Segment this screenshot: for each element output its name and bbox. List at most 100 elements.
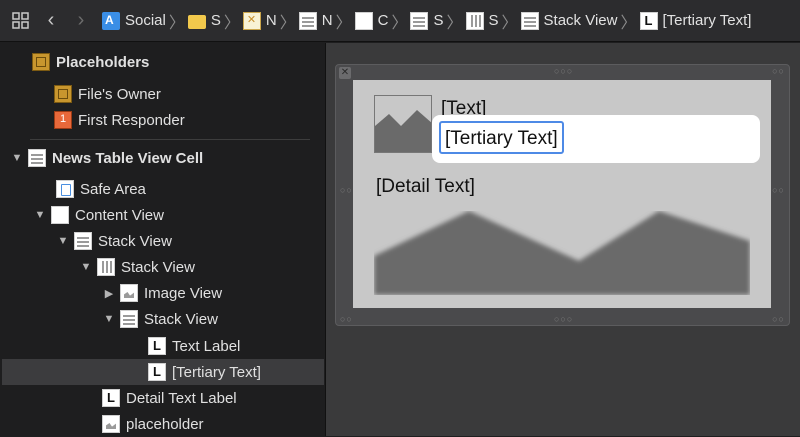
label-icon (102, 389, 120, 407)
placeholder-image-view[interactable] (374, 211, 750, 295)
cube-icon (54, 85, 72, 103)
outline-item-stack-view[interactable]: ▼ Stack View (56, 228, 172, 254)
breadcrumb-label: Stack View (543, 12, 618, 29)
outline-label: Stack View (121, 258, 195, 276)
grid-icon (12, 11, 29, 29)
hstack-icon (465, 11, 484, 30)
outline-label: File's Owner (78, 85, 161, 103)
disclosure-expanded-icon[interactable]: ▼ (33, 209, 47, 221)
disclosure-expanded-icon[interactable]: ▼ (79, 261, 93, 273)
chevron-right-icon: 〉 (391, 14, 408, 32)
breadcrumb-label: S (433, 12, 444, 29)
related-items-button[interactable] (6, 6, 36, 36)
disclosure-collapsed-icon[interactable]: ▶ (102, 287, 116, 300)
chevron-right-icon: 〉 (279, 14, 296, 32)
xib-icon (242, 11, 261, 30)
label-icon (148, 337, 166, 355)
outline-label: Detail Text Label (126, 389, 237, 407)
disclosure-expanded-icon[interactable]: ▼ (10, 152, 24, 164)
resize-handle-icon[interactable]: ○○○ (554, 66, 573, 76)
outline-label: Safe Area (80, 180, 146, 198)
outline-divider (30, 139, 310, 140)
chevron-right-icon: › (77, 9, 85, 31)
disclosure-expanded-icon[interactable]: ▼ (56, 235, 70, 247)
breadcrumb-label: S (488, 12, 499, 29)
resize-handle-icon[interactable]: ○○ (340, 314, 353, 324)
breadcrumb-label: C (377, 12, 389, 29)
outline-label: placeholder (126, 415, 204, 433)
resize-handle-icon[interactable]: ○○ (340, 185, 353, 195)
breadcrumb-item[interactable]: S (187, 0, 221, 42)
stack-icon (298, 11, 317, 30)
outline-item-detail-text-label[interactable]: Detail Text Label (102, 385, 237, 411)
image-view-thumbnail[interactable] (374, 95, 432, 153)
detail-text-label[interactable]: [Detail Text] (376, 176, 475, 198)
resize-handle-icon[interactable]: ○○ (772, 66, 785, 76)
breadcrumb-item[interactable]: [Tertiary Text] (639, 0, 752, 42)
label-icon (639, 11, 658, 30)
resize-handle-icon[interactable]: ○○ (772, 185, 785, 195)
chevron-right-icon: 〉 (168, 14, 185, 32)
document-icon (102, 11, 120, 30)
breadcrumb-label: [Tertiary Text] (662, 12, 752, 29)
breadcrumb-label: N (265, 12, 277, 29)
image-placeholder-icon (375, 110, 431, 152)
image-placeholder-icon (374, 211, 750, 295)
close-icon[interactable]: ✕ (339, 67, 351, 79)
outline-item-stack-view[interactable]: ▼ Stack View (79, 254, 195, 280)
label-icon (148, 363, 166, 381)
outline-label: Text Label (172, 337, 241, 355)
outline-label: Content View (75, 206, 164, 224)
table-cell-icon (28, 149, 46, 167)
jump-bar: ‹ › Social 〉 S 〉 N 〉 N 〉 C 〉 S (0, 0, 800, 42)
resize-handle-icon[interactable]: ○○○ (554, 314, 573, 324)
outline-item-files-owner[interactable]: File's Owner (54, 81, 161, 107)
outline-label: First Responder (78, 111, 185, 129)
outline-item-placeholder[interactable]: placeholder (102, 411, 204, 437)
chevron-right-icon: 〉 (446, 14, 463, 32)
view-icon (51, 206, 69, 224)
outline-item-placeholders[interactable]: Placeholders (32, 49, 149, 75)
stack-icon (120, 310, 138, 328)
outline-item-stack-view[interactable]: ▼ Stack View (102, 306, 218, 332)
outline-item-image-view[interactable]: ▶ Image View (102, 280, 222, 306)
view-icon (354, 11, 373, 30)
chevron-left-icon: ‹ (47, 9, 55, 31)
outline-label: [Tertiary Text] (172, 363, 261, 381)
back-button[interactable]: ‹ (36, 6, 66, 36)
breadcrumb-item[interactable]: Social (102, 0, 166, 42)
breadcrumb: Social 〉 S 〉 N 〉 N 〉 C 〉 S 〉 S (102, 0, 751, 42)
outline-label: Stack View (144, 310, 218, 328)
cube-icon (32, 53, 50, 71)
tertiary-text-label[interactable]: [Tertiary Text] (439, 121, 564, 154)
image-view-icon (102, 415, 120, 433)
outline-item-first-responder[interactable]: First Responder (54, 107, 185, 133)
outline-item-text-label[interactable]: Text Label (148, 333, 240, 359)
resize-handle-icon[interactable]: ○○ (772, 314, 785, 324)
breadcrumb-item[interactable]: N (242, 0, 277, 42)
outline-label: Image View (144, 284, 223, 302)
stack-icon (74, 232, 92, 250)
image-view-icon (120, 284, 138, 302)
breadcrumb-item[interactable]: C (354, 0, 389, 42)
breadcrumb-label: Social (125, 12, 166, 29)
outline-item-news-table-view-cell[interactable]: ▼ News Table View Cell (10, 145, 203, 171)
breadcrumb-label: N (321, 12, 333, 29)
chevron-right-icon: 〉 (335, 14, 352, 32)
outline-item-tertiary-text-selected[interactable]: [Tertiary Text] (2, 359, 324, 385)
breadcrumb-label: S (210, 12, 221, 29)
stack-icon (520, 11, 539, 30)
chevron-right-icon: 〉 (620, 14, 637, 32)
breadcrumb-item[interactable]: Stack View (520, 0, 618, 42)
first-responder-icon (54, 111, 72, 129)
hstack-icon (97, 258, 115, 276)
disclosure-expanded-icon[interactable]: ▼ (102, 313, 116, 325)
outline-item-content-view[interactable]: ▼ Content View (33, 202, 164, 228)
breadcrumb-item[interactable]: N (298, 0, 333, 42)
breadcrumb-item[interactable]: S (410, 0, 444, 42)
forward-button[interactable]: › (66, 6, 96, 36)
stack-icon (410, 11, 429, 30)
breadcrumb-item[interactable]: S (465, 0, 499, 42)
safe-area-icon (56, 180, 74, 198)
outline-item-safe-area[interactable]: Safe Area (56, 176, 146, 202)
